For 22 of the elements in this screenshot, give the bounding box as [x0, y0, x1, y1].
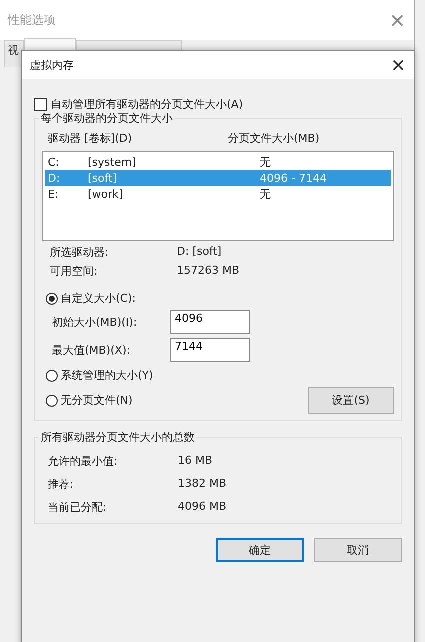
field-label: 最大值(MB)(X): — [52, 342, 132, 358]
group-title: 所有驱动器分页文件大小的总数 — [39, 430, 197, 445]
info-label: 可用空间: — [50, 264, 99, 279]
radio-label: 无分页文件(N) — [61, 393, 133, 408]
total-value: 1382 MB — [178, 477, 227, 492]
window-title: 性能选项 — [8, 12, 56, 28]
dialog-title: 虚拟内存 — [30, 58, 74, 72]
info-label: 所选驱动器: — [50, 245, 110, 260]
column-header: 驱动器 [卷标](D) — [48, 131, 134, 146]
radio-label: 自定义大小(C): — [61, 291, 136, 306]
total-label: 当前已分配: — [48, 500, 108, 515]
checkbox-label: 自动管理所有驱动器的分页文件大小(A) — [51, 97, 244, 112]
total-label: 允许的最小值: — [48, 454, 119, 469]
total-value: 16 MB — [178, 454, 213, 469]
radio-label: 系统管理的大小(Y) — [61, 368, 154, 383]
group-title: 每个驱动器的分页文件大小 — [39, 111, 175, 126]
info-value: 157263 MB — [177, 264, 240, 279]
total-value: 4096 MB — [178, 500, 227, 515]
total-label: 推荐: — [48, 477, 75, 492]
field-label: 初始大小(MB)(I): — [52, 314, 138, 330]
info-value: D: [soft] — [177, 245, 222, 260]
column-header: 分页文件大小(MB) — [228, 131, 320, 146]
